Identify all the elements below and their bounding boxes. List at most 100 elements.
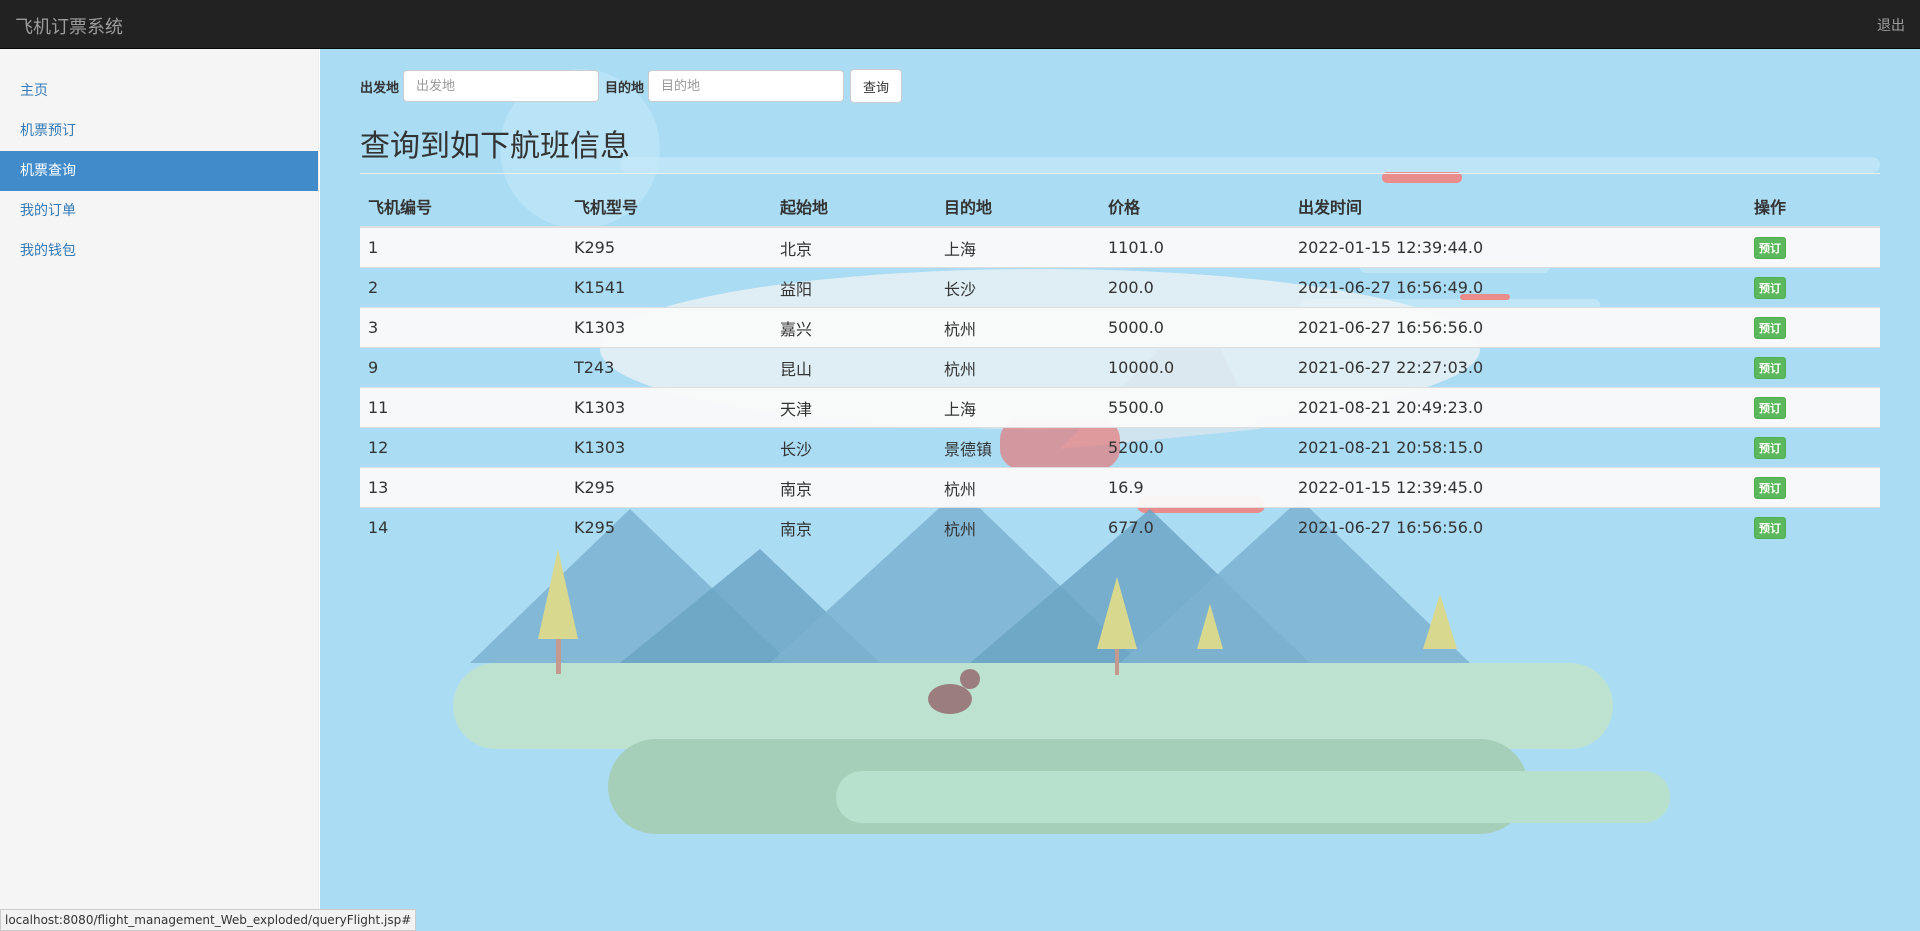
cell-flight-id: 13 — [360, 467, 566, 508]
cell-flight-id: 14 — [360, 507, 566, 547]
cell-action: 预订 — [1746, 387, 1880, 428]
cell-action: 预订 — [1746, 427, 1880, 468]
cell-destination: 上海 — [936, 387, 1100, 428]
book-button[interactable]: 预订 — [1754, 276, 1786, 299]
top-navbar: 飞机订票系统 退出 — [0, 0, 1920, 49]
cell-destination: 景德镇 — [936, 427, 1100, 468]
table-row: 11 K1303 天津 上海 5500.0 2021-08-21 20:49:23.0 预订 — [360, 387, 1880, 428]
book-button[interactable]: 预订 — [1754, 356, 1786, 379]
cell-flight-id: 1 — [360, 226, 566, 268]
cell-action: 预订 — [1746, 226, 1880, 268]
cell-destination: 杭州 — [936, 467, 1100, 508]
to-label: 目的地 — [605, 80, 645, 96]
cell-departure-time: 2021-06-27 16:56:49.0 — [1290, 267, 1746, 308]
cell-model: K295 — [566, 226, 772, 268]
cell-price: 5500.0 — [1100, 387, 1290, 428]
col-action: 操作 — [1746, 186, 1880, 228]
cell-origin: 天津 — [772, 387, 936, 428]
cell-origin: 南京 — [772, 507, 936, 547]
sidebar-item-ticket-booking[interactable]: 机票预订 — [0, 111, 318, 151]
cell-departure-time: 2021-08-21 20:58:15.0 — [1290, 427, 1746, 468]
cell-price: 200.0 — [1100, 267, 1290, 308]
flight-table: 飞机编号 飞机型号 起始地 目的地 价格 出发时间 操作 1 K295 北京 上海 11… — [360, 186, 1880, 547]
sidebar-item-my-orders[interactable]: 我的订单 — [0, 191, 318, 231]
cell-model: K1303 — [566, 307, 772, 348]
cell-price: 677.0 — [1100, 507, 1290, 547]
cell-destination: 长沙 — [936, 267, 1100, 308]
app-brand[interactable]: 飞机订票系统 — [15, 13, 123, 39]
cell-destination: 杭州 — [936, 307, 1100, 348]
logout-link[interactable]: 退出 — [1877, 15, 1905, 35]
cell-origin: 嘉兴 — [772, 307, 936, 348]
cell-model: K295 — [566, 507, 772, 547]
cell-price: 1101.0 — [1100, 226, 1290, 268]
table-row: 13 K295 南京 杭州 16.9 2022-01-15 12:39:45.0 预订 — [360, 467, 1880, 508]
table-row: 1 K295 北京 上海 1101.0 2022-01-15 12:39:44.0 预订 — [360, 226, 1880, 268]
cell-origin: 益阳 — [772, 267, 936, 308]
query-button[interactable]: 查询 — [850, 69, 903, 103]
cell-model: K1303 — [566, 427, 772, 468]
from-input[interactable] — [403, 70, 600, 102]
cell-destination: 杭州 — [936, 347, 1100, 388]
col-origin: 起始地 — [772, 186, 936, 228]
table-row: 9 T243 昆山 杭州 10000.0 2021-06-27 22:27:03.0 预订 — [360, 347, 1880, 388]
col-destination: 目的地 — [936, 186, 1100, 228]
cell-departure-time: 2022-01-15 12:39:45.0 — [1290, 467, 1746, 508]
cell-origin: 昆山 — [772, 347, 936, 388]
cell-action: 预订 — [1746, 507, 1880, 547]
main-panel: 出发地 目的地 查询 查询到如下航班信息 飞机编号 飞机型号 起始地 目的地 价… — [320, 49, 1920, 931]
cell-departure-time: 2021-08-21 20:49:23.0 — [1290, 387, 1746, 428]
sidebar-item-ticket-query[interactable]: 机票查询 — [0, 151, 318, 191]
status-bar-url: localhost:8080/flight_management_Web_exp… — [0, 909, 417, 931]
flight-table-body: 1 K295 北京 上海 1101.0 2022-01-15 12:39:44.0 预订 2 K… — [360, 226, 1880, 547]
cell-origin: 北京 — [772, 226, 936, 268]
cell-action: 预订 — [1746, 307, 1880, 348]
cell-model: T243 — [566, 347, 772, 388]
page-title: 查询到如下航班信息 — [360, 121, 1880, 174]
table-row: 2 K1541 益阳 长沙 200.0 2021-06-27 16:56:49.0 预订 — [360, 267, 1880, 308]
cell-model: K295 — [566, 467, 772, 508]
cell-model: K1541 — [566, 267, 772, 308]
cell-flight-id: 9 — [360, 347, 566, 388]
col-flight-id: 飞机编号 — [360, 186, 566, 228]
sidebar-item-home[interactable]: 主页 — [0, 71, 318, 111]
col-departure-time: 出发时间 — [1290, 186, 1746, 228]
book-button[interactable]: 预订 — [1754, 516, 1786, 539]
cell-flight-id: 3 — [360, 307, 566, 348]
cell-action: 预订 — [1746, 347, 1880, 388]
cell-action: 预订 — [1746, 267, 1880, 308]
sidebar: 主页 机票预订 机票查询 我的订单 我的钱包 — [0, 49, 319, 931]
cell-price: 16.9 — [1100, 467, 1290, 508]
cell-departure-time: 2021-06-27 22:27:03.0 — [1290, 347, 1746, 388]
from-label: 出发地 — [360, 80, 400, 96]
sidebar-menu: 主页 机票预订 机票查询 我的订单 我的钱包 — [0, 49, 318, 271]
book-button[interactable]: 预订 — [1754, 316, 1786, 339]
col-price: 价格 — [1100, 186, 1290, 228]
cell-price: 5200.0 — [1100, 427, 1290, 468]
cell-destination: 杭州 — [936, 507, 1100, 547]
cell-origin: 南京 — [772, 467, 936, 508]
book-button[interactable]: 预订 — [1754, 396, 1786, 419]
table-row: 12 K1303 长沙 景德镇 5200.0 2021-08-21 20:58:15.0 预… — [360, 427, 1880, 468]
cell-flight-id: 2 — [360, 267, 566, 308]
book-button[interactable]: 预订 — [1754, 436, 1786, 459]
cell-origin: 长沙 — [772, 427, 936, 468]
book-button[interactable]: 预订 — [1754, 476, 1786, 499]
cell-flight-id: 12 — [360, 427, 566, 468]
search-form: 出发地 目的地 查询 — [360, 69, 1880, 103]
cell-model: K1303 — [566, 387, 772, 428]
table-row: 14 K295 南京 杭州 677.0 2021-06-27 16:56:56.0 预订 — [360, 507, 1880, 547]
sidebar-item-my-wallet[interactable]: 我的钱包 — [0, 231, 318, 271]
cell-departure-time: 2021-06-27 16:56:56.0 — [1290, 307, 1746, 348]
col-model: 飞机型号 — [566, 186, 772, 228]
cell-destination: 上海 — [936, 226, 1100, 268]
main-content: 出发地 目的地 查询 查询到如下航班信息 飞机编号 飞机型号 起始地 目的地 价… — [360, 69, 1880, 547]
cell-departure-time: 2022-01-15 12:39:44.0 — [1290, 226, 1746, 268]
to-input[interactable] — [648, 70, 845, 102]
cell-price: 5000.0 — [1100, 307, 1290, 348]
cell-flight-id: 11 — [360, 387, 566, 428]
cell-price: 10000.0 — [1100, 347, 1290, 388]
table-header-row: 飞机编号 飞机型号 起始地 目的地 价格 出发时间 操作 — [360, 186, 1880, 228]
book-button[interactable]: 预订 — [1754, 236, 1786, 259]
cell-departure-time: 2021-06-27 16:56:56.0 — [1290, 507, 1746, 547]
